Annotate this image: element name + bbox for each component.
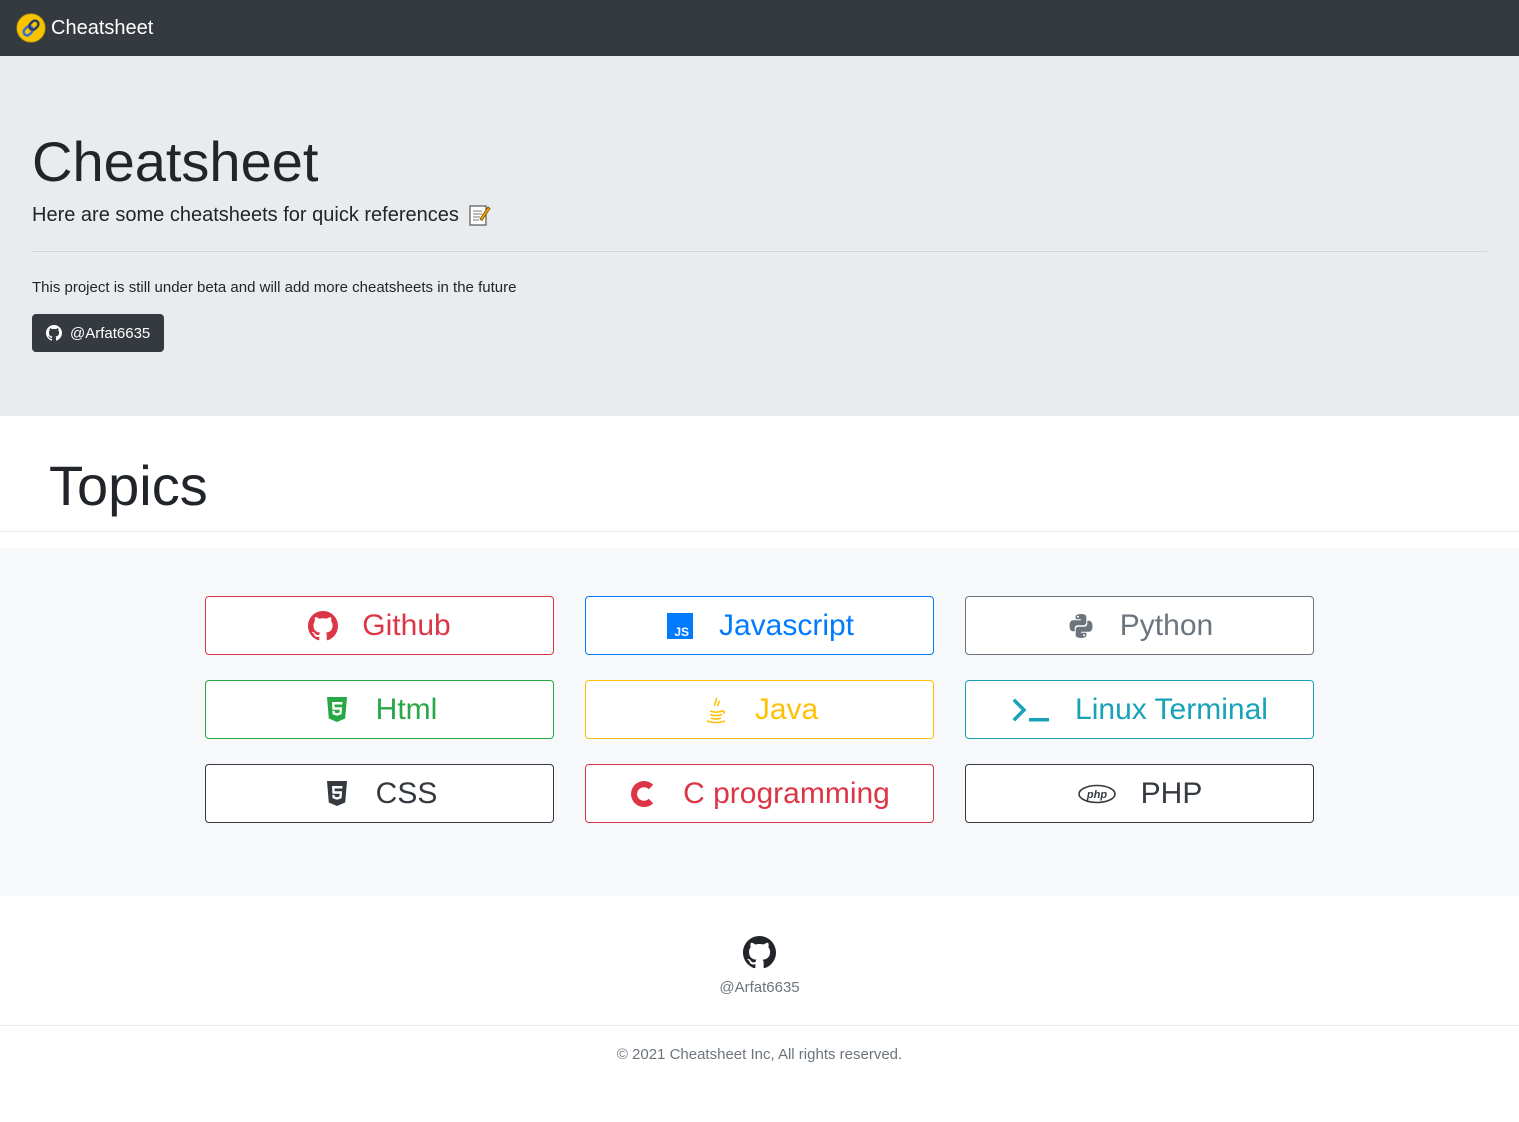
link-logo-icon (16, 13, 46, 43)
topic-python-button[interactable]: Python (965, 596, 1314, 655)
github-icon[interactable] (743, 936, 776, 969)
topics-header: Topics (0, 416, 1519, 532)
topic-label: C programming (683, 776, 890, 810)
python-icon (1066, 611, 1096, 641)
topic-c-programming-button[interactable]: C programming (585, 764, 934, 823)
topic-java-button[interactable]: Java (585, 680, 934, 739)
topics-section: Github JS Javascript Python Html Java Li… (0, 548, 1519, 896)
topic-label: PHP (1140, 776, 1203, 810)
footer: @Arfat6635 © 2021 Cheatsheet Inc, All ri… (0, 896, 1519, 1122)
topic-label: Linux Terminal (1075, 692, 1268, 726)
hero-title: Cheatsheet (32, 130, 319, 193)
topic-html-button[interactable]: Html (205, 680, 554, 739)
topic-linux-terminal-button[interactable]: Linux Terminal (965, 680, 1314, 739)
topic-label: Github (362, 608, 451, 642)
topics-title: Topics (49, 454, 208, 517)
hero-lead: Here are some cheatsheets for quick refe… (32, 203, 1487, 227)
topic-label: Java (754, 692, 819, 726)
hero: Cheatsheet Here are some cheatsheets for… (0, 56, 1519, 416)
topics-grid: Github JS Javascript Python Html Java Li… (205, 596, 1314, 823)
java-icon (701, 695, 731, 725)
topic-css-button[interactable]: CSS (205, 764, 554, 823)
github-profile-label: @Arfat6635 (70, 324, 151, 342)
memo-icon (467, 203, 491, 227)
topic-php-button[interactable]: php PHP (965, 764, 1314, 823)
brand-text: Cheatsheet (51, 16, 154, 39)
topic-github-button[interactable]: Github (205, 596, 554, 655)
github-icon (46, 325, 62, 341)
js-icon: JS (665, 611, 695, 641)
terminal-icon (1011, 695, 1051, 725)
hero-text: This project is still under beta and wil… (32, 279, 517, 297)
topic-label: CSS (375, 776, 438, 810)
copyright-text: © 2021 Cheatsheet Inc, All rights reserv… (616, 1046, 903, 1063)
navbar: Cheatsheet (0, 0, 1519, 56)
svg-text:php: php (1086, 789, 1107, 801)
hero-divider (32, 251, 1487, 253)
hero-lead-text: Here are some cheatsheets for quick refe… (32, 203, 459, 226)
topic-label: Javascript (718, 608, 855, 642)
footer-profile: @Arfat6635 (0, 896, 1519, 1026)
php-icon: php (1077, 779, 1117, 809)
topic-label: Html (375, 692, 438, 726)
topic-label: Python (1119, 608, 1214, 642)
topic-javascript-button[interactable]: JS Javascript (585, 596, 934, 655)
brand-link[interactable]: Cheatsheet (16, 13, 153, 43)
github-icon (308, 610, 339, 641)
c-icon (629, 779, 659, 809)
svg-text:JS: JS (674, 625, 689, 639)
github-profile-button[interactable]: @Arfat6635 (32, 314, 165, 353)
css3-icon (322, 779, 352, 809)
footer-username: @Arfat6635 (719, 979, 800, 996)
html5-icon (322, 695, 352, 725)
